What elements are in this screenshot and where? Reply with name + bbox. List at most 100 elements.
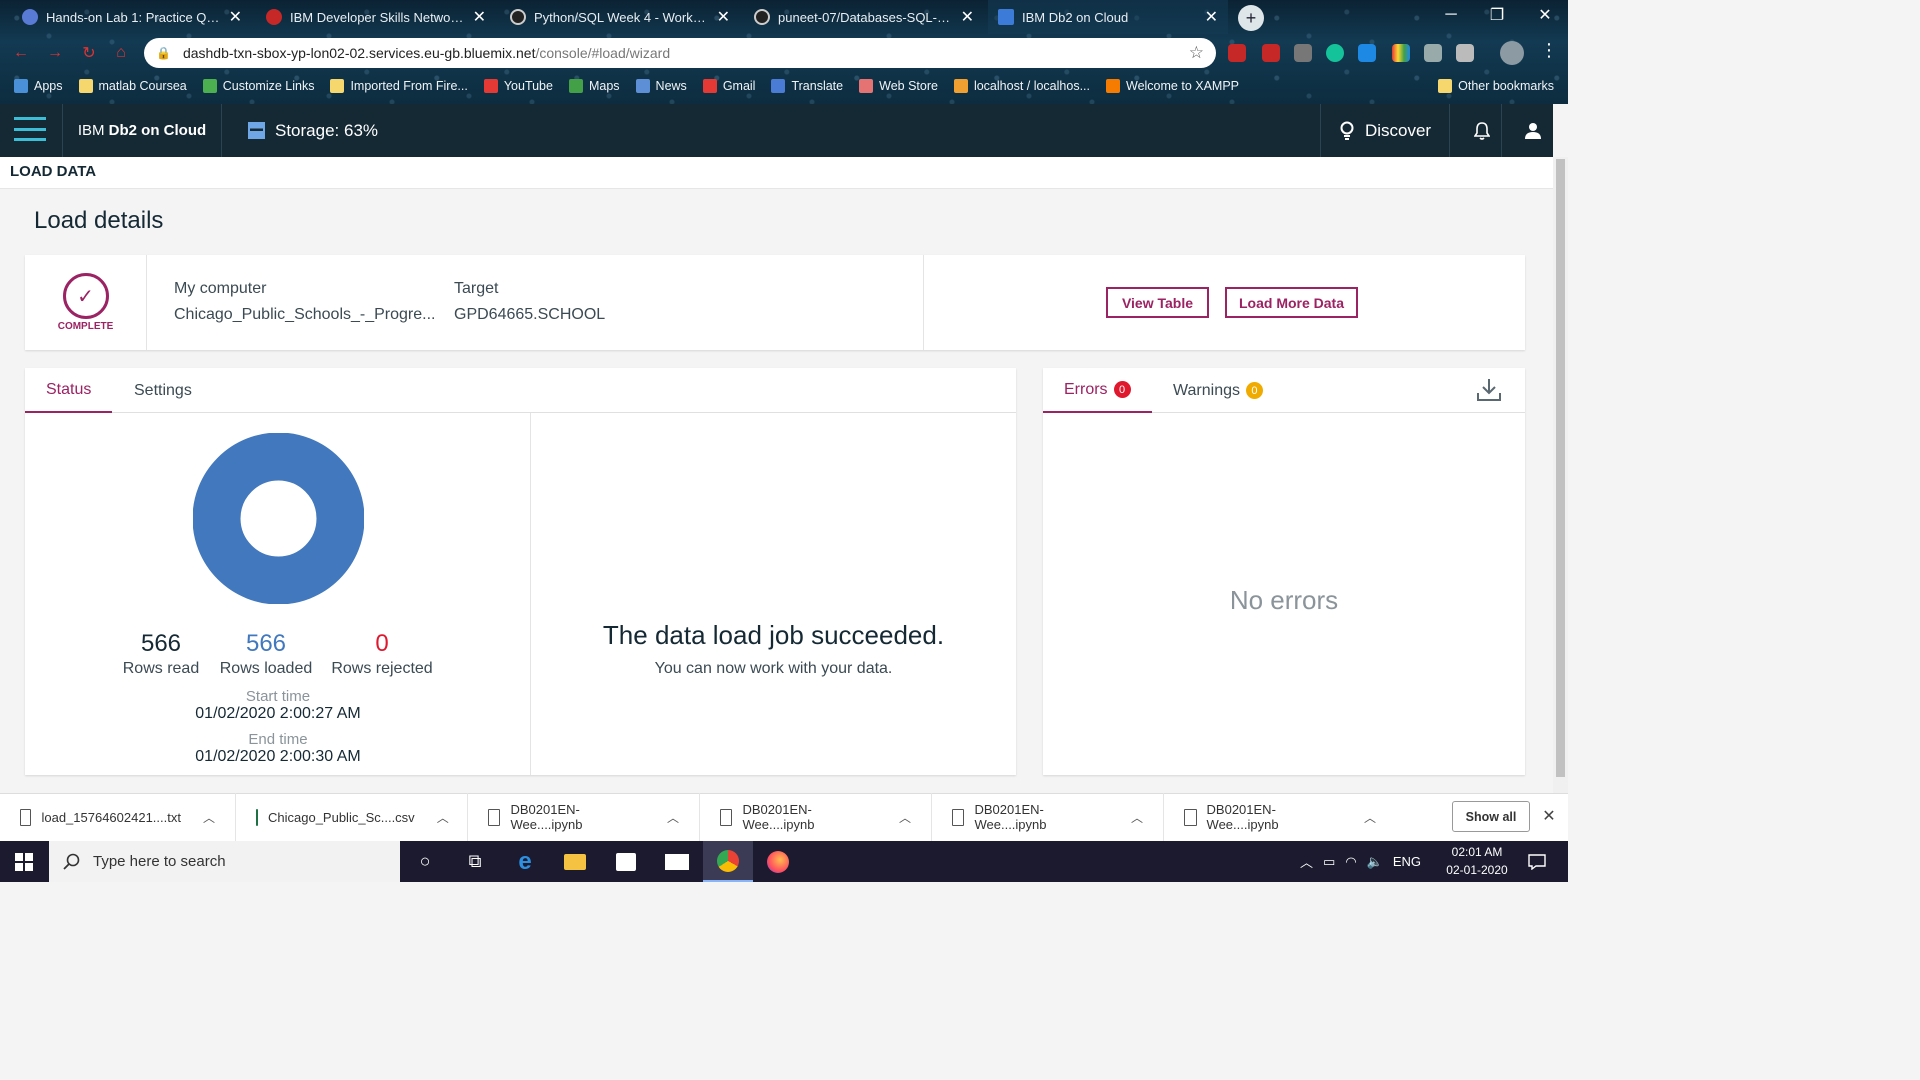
reload-icon[interactable]: ↻ xyxy=(78,42,100,64)
download-item[interactable]: DB0201EN-Wee....ipynb ︿ xyxy=(468,793,700,841)
discover-button[interactable]: Discover xyxy=(1320,104,1450,157)
bookmark-item[interactable]: News xyxy=(635,79,687,93)
extension-icon[interactable] xyxy=(1294,44,1312,62)
download-item[interactable]: load_15764602421....txt ︿ xyxy=(0,793,236,841)
language-indicator[interactable]: ENG xyxy=(1393,854,1421,869)
folder-icon xyxy=(330,79,345,93)
browser-tab-4[interactable]: puneet-07/Databases-SQL-for-D ✕ xyxy=(744,0,984,34)
start-button[interactable] xyxy=(0,841,48,882)
bookmark-item[interactable]: localhost / localhos... xyxy=(953,79,1090,93)
notifications-button[interactable] xyxy=(1462,104,1502,157)
close-shelf-icon[interactable]: ✕ xyxy=(1538,805,1560,827)
minimize-button[interactable]: ─ xyxy=(1428,0,1474,30)
file-explorer-icon[interactable] xyxy=(550,841,600,882)
folder-icon xyxy=(1438,79,1453,93)
chrome-icon[interactable] xyxy=(703,841,753,882)
storage-indicator[interactable]: Storage: 63% xyxy=(248,104,378,157)
tab-settings[interactable]: Settings xyxy=(113,368,213,413)
camera-extension-icon[interactable] xyxy=(1424,44,1442,62)
end-time-value: 01/02/2020 2:00:30 AM xyxy=(195,748,361,765)
extension-icon[interactable] xyxy=(1456,44,1474,62)
download-item[interactable]: DB0201EN-Wee....ipynb ︿ xyxy=(700,793,932,841)
task-view-icon[interactable]: ⧉ xyxy=(450,841,500,882)
rows-rejected-stat: 0 Rows rejected xyxy=(328,630,436,678)
chevron-up-icon[interactable]: ︿ xyxy=(203,809,215,826)
close-window-button[interactable]: ✕ xyxy=(1522,0,1568,30)
other-bookmarks[interactable]: Other bookmarks xyxy=(1438,79,1554,93)
bookmark-item[interactable]: matlab Coursea xyxy=(78,79,187,93)
chevron-up-icon[interactable]: ︿ xyxy=(1364,809,1376,826)
tab-warnings[interactable]: Warnings 0 xyxy=(1152,368,1284,413)
browser-tab-1[interactable]: Hands-on Lab 1: Practice Queryin ✕ xyxy=(12,0,252,34)
view-table-button[interactable]: View Table xyxy=(1106,287,1209,318)
chevron-up-icon[interactable]: ︿ xyxy=(899,809,911,826)
browser-menu-icon[interactable]: ⋮ xyxy=(1540,40,1558,61)
chevron-up-icon[interactable]: ︿ xyxy=(437,809,449,826)
bookmark-item[interactable]: Apps xyxy=(14,79,63,93)
grammarly-icon[interactable] xyxy=(1326,44,1344,62)
bookmark-item[interactable]: Translate xyxy=(771,79,843,93)
hamburger-menu-icon[interactable] xyxy=(14,117,46,141)
bookmark-item[interactable]: YouTube xyxy=(483,79,553,93)
load-more-data-button[interactable]: Load More Data xyxy=(1225,287,1358,318)
browser-tab-3[interactable]: Python/SQL Week 4 - Working w ✕ xyxy=(500,0,740,34)
browser-tab-2[interactable]: IBM Developer Skills Network - L ✕ xyxy=(256,0,496,34)
notification-center-icon[interactable] xyxy=(1522,841,1552,882)
tab-close-icon[interactable]: ✕ xyxy=(229,7,242,27)
browser-tab-5[interactable]: IBM Db2 on Cloud ✕ xyxy=(988,0,1228,34)
download-icon[interactable] xyxy=(1475,376,1503,404)
extension-icon[interactable] xyxy=(1358,44,1376,62)
address-bar[interactable]: 🔒 dashdb-txn-sbox-yp-lon02-02.services.e… xyxy=(144,38,1216,68)
cortana-icon[interactable]: ○ xyxy=(400,841,450,882)
bookmark-item[interactable]: Maps xyxy=(568,79,620,93)
download-item[interactable]: DB0201EN-Wee....ipynb ︿ xyxy=(932,793,1164,841)
errors-tab-label: Errors xyxy=(1064,380,1108,398)
errors-count-badge: 0 xyxy=(1113,381,1131,398)
wifi-icon[interactable]: ◠ xyxy=(1345,854,1356,870)
clock-time: 02:01 AM xyxy=(1451,845,1503,859)
show-all-downloads-button[interactable]: Show all xyxy=(1452,801,1530,832)
bookmark-item[interactable]: Imported From Fire... xyxy=(330,79,468,93)
volume-icon[interactable]: 🔈 xyxy=(1367,854,1383,870)
home-icon[interactable]: ⌂ xyxy=(110,42,132,64)
bookmark-item[interactable]: Customize Links xyxy=(202,79,314,93)
download-item[interactable]: Chicago_Public_Sc....csv ︿ xyxy=(236,793,468,841)
profile-avatar[interactable] xyxy=(1500,41,1524,65)
taskbar-clock[interactable]: 02:01 AM 02-01-2020 xyxy=(1438,843,1516,879)
user-profile-button[interactable] xyxy=(1512,104,1553,157)
chevron-up-icon[interactable]: ︿ xyxy=(1131,809,1143,826)
bookmark-star-icon[interactable]: ☆ xyxy=(1189,43,1204,63)
bookmark-item[interactable]: Web Store xyxy=(859,79,938,93)
battery-icon[interactable]: ▭ xyxy=(1323,854,1335,870)
download-item[interactable]: DB0201EN-Wee....ipynb ︿ xyxy=(1164,793,1396,841)
youtube-icon xyxy=(483,79,498,93)
address-url[interactable]: dashdb-txn-sbox-yp-lon02-02.services.eu-… xyxy=(183,45,1177,61)
tab-close-icon[interactable]: ✕ xyxy=(473,7,486,27)
tab-close-icon[interactable]: ✕ xyxy=(961,7,974,27)
pdf-extension-icon[interactable] xyxy=(1228,44,1246,62)
bookmark-item[interactable]: Welcome to XAMPP xyxy=(1106,79,1239,93)
store-icon[interactable] xyxy=(601,841,651,882)
extension-icon[interactable] xyxy=(1392,44,1410,62)
tab-close-icon[interactable]: ✕ xyxy=(1205,7,1218,27)
warnings-count-badge: 0 xyxy=(1245,382,1263,399)
scrollbar-thumb[interactable] xyxy=(1556,159,1565,777)
edge-icon[interactable]: e xyxy=(500,841,550,882)
new-tab-button[interactable]: + xyxy=(1238,5,1264,31)
back-icon[interactable]: ← xyxy=(10,42,32,64)
mail-icon[interactable] xyxy=(652,841,702,882)
page-scrollbar[interactable] xyxy=(1553,157,1568,793)
bookmark-item[interactable]: Gmail xyxy=(702,79,755,93)
firefox-icon[interactable] xyxy=(753,841,803,882)
excel-file-icon xyxy=(256,808,258,826)
forward-icon[interactable]: → xyxy=(44,42,66,64)
chevron-up-icon[interactable]: ︿ xyxy=(667,809,679,826)
taskbar-search-box[interactable]: Type here to search xyxy=(49,841,400,882)
tab-status[interactable]: Status xyxy=(25,368,113,413)
restore-button[interactable]: ❐ xyxy=(1474,0,1520,30)
extension-icon[interactable] xyxy=(1262,44,1280,62)
chevron-up-icon[interactable]: ︿ xyxy=(1300,852,1313,871)
product-brand[interactable]: IBM Db2 on Cloud xyxy=(62,104,222,157)
tab-close-icon[interactable]: ✕ xyxy=(717,7,730,27)
tab-errors[interactable]: Errors 0 xyxy=(1043,368,1152,413)
